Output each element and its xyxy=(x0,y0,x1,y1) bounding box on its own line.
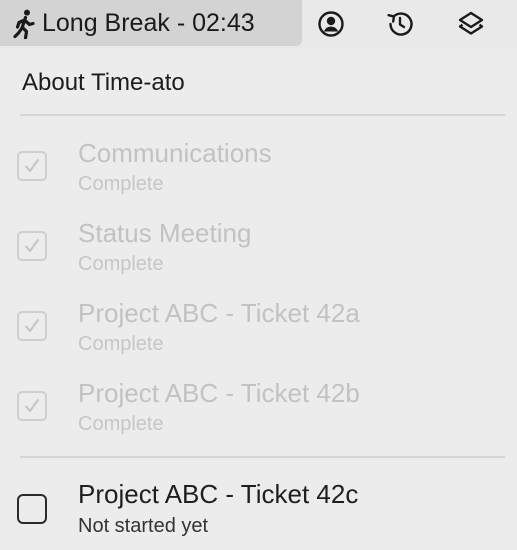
task-item[interactable]: Project ABC - Ticket 42a Complete xyxy=(0,290,517,368)
task-item[interactable]: Communications Complete xyxy=(0,130,517,208)
checkmark-icon xyxy=(25,239,39,252)
task-checkbox[interactable] xyxy=(17,231,47,261)
walking-person-icon xyxy=(13,9,35,39)
task-checkbox[interactable] xyxy=(17,311,47,341)
timer-status-label: Long Break - 02:43 xyxy=(42,9,255,37)
checkmark-icon xyxy=(25,159,39,172)
about-menu-item[interactable]: About Time-ato xyxy=(22,66,185,100)
task-item[interactable]: Project ABC - Ticket 42c Not started yet xyxy=(0,472,517,550)
layers-icon[interactable] xyxy=(455,8,487,40)
menu-separator xyxy=(20,456,505,458)
history-icon[interactable] xyxy=(384,8,416,40)
user-circle-icon[interactable] xyxy=(315,8,347,40)
task-title: Project ABC - Ticket 42c xyxy=(78,479,359,509)
task-title: Status Meeting xyxy=(78,218,252,248)
task-status: Complete xyxy=(78,253,164,275)
checkmark-icon xyxy=(25,399,39,412)
task-title: Project ABC - Ticket 42a xyxy=(78,298,360,328)
menu-bar: Long Break - 02:43 xyxy=(0,0,517,48)
task-status: Complete xyxy=(78,413,164,435)
task-status: Complete xyxy=(78,173,164,195)
timer-status-item[interactable]: Long Break - 02:43 xyxy=(0,0,302,46)
task-status: Not started yet xyxy=(78,515,209,537)
task-item[interactable]: Project ABC - Ticket 42b Complete xyxy=(0,370,517,448)
task-status: Complete xyxy=(78,333,164,355)
checkmark-icon xyxy=(25,319,39,332)
task-item[interactable]: Status Meeting Complete xyxy=(0,210,517,288)
menu-separator xyxy=(20,114,505,116)
task-checkbox[interactable] xyxy=(17,151,47,181)
task-title: Project ABC - Ticket 42b xyxy=(78,378,360,408)
task-checkbox[interactable] xyxy=(17,391,47,421)
task-checkbox[interactable] xyxy=(17,494,47,524)
task-title: Communications xyxy=(78,138,272,168)
